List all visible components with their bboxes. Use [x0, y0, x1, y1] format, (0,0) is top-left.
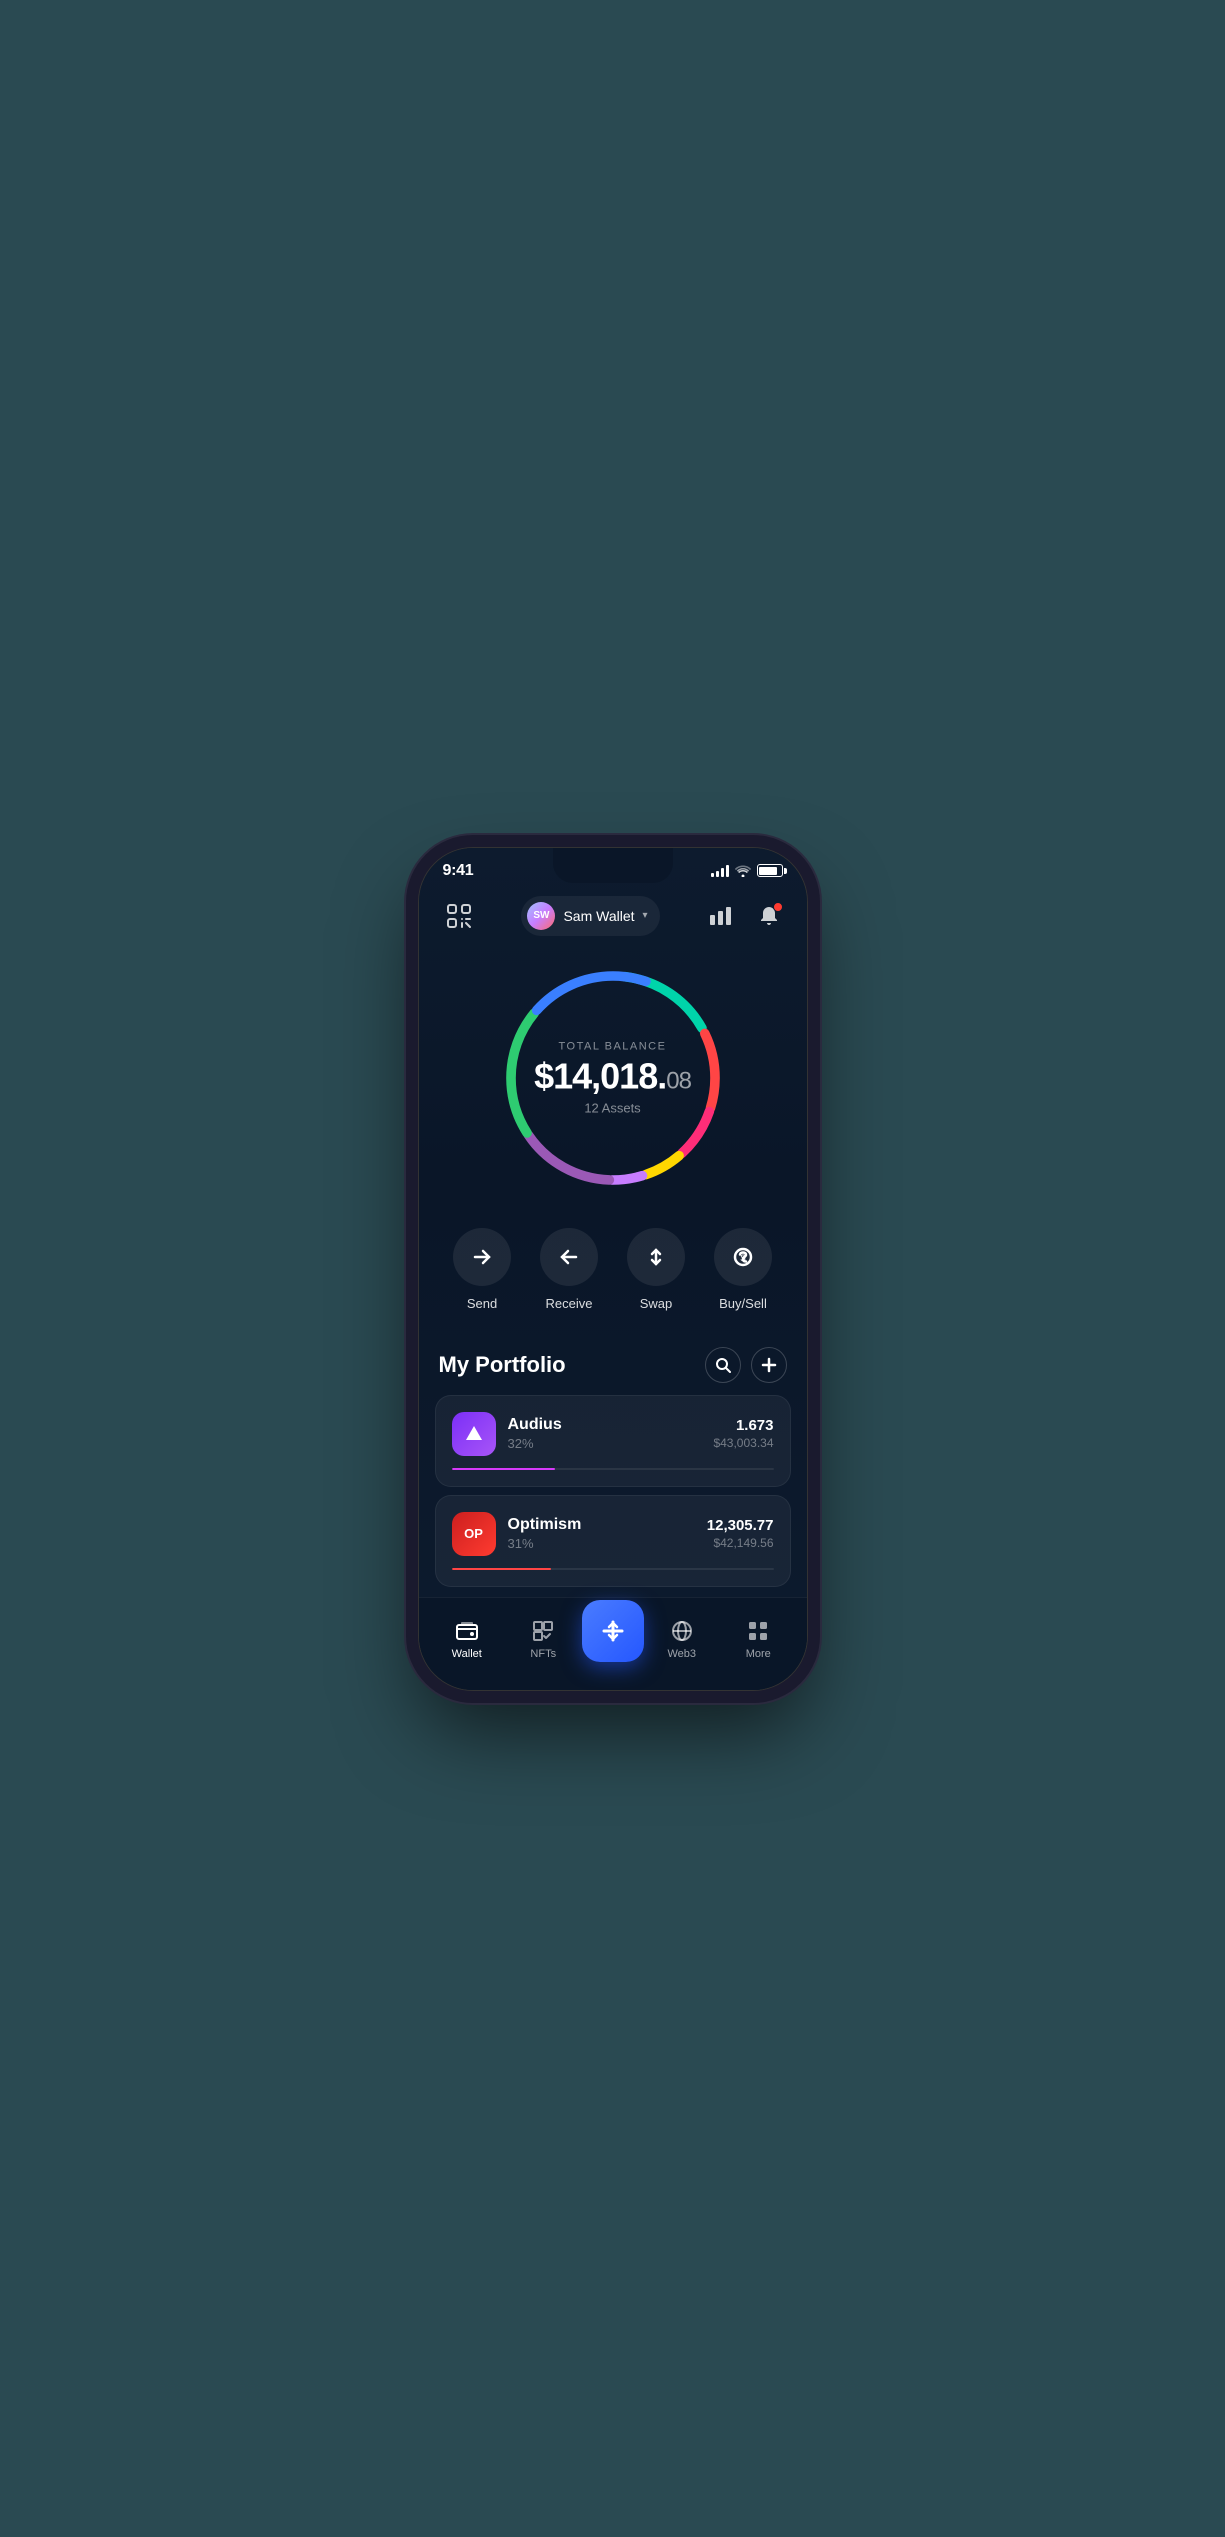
action-buttons: Send Receive — [419, 1218, 807, 1331]
nav-nfts[interactable]: NFTs — [505, 1618, 582, 1660]
receive-label: Receive — [546, 1296, 593, 1311]
chevron-down-icon: ▾ — [643, 910, 648, 921]
audius-amount: 1.673 — [713, 1417, 773, 1434]
wifi-icon — [735, 865, 751, 877]
audius-progress-fill — [452, 1468, 555, 1470]
add-asset-button[interactable] — [751, 1347, 787, 1383]
nav-web3[interactable]: Web3 — [644, 1618, 721, 1660]
balance-center: TOTAL BALANCE $14,018.08 12 Assets — [534, 1040, 691, 1115]
optimism-amount: 12,305.77 — [707, 1517, 774, 1534]
portfolio-header: My Portfolio — [419, 1331, 807, 1395]
audius-usd: $43,003.34 — [713, 1436, 773, 1450]
phone-screen: 9:41 — [419, 848, 807, 1690]
optimism-values: 12,305.77 $42,149.56 — [707, 1517, 774, 1550]
optimism-logo-text: OP — [464, 1526, 483, 1541]
portfolio-title: My Portfolio — [439, 1352, 566, 1378]
audius-values: 1.673 $43,003.34 — [713, 1417, 773, 1450]
audius-info: Audius 32% — [508, 1416, 702, 1451]
receive-icon — [540, 1228, 598, 1286]
notch — [553, 848, 673, 883]
swap-label: Swap — [640, 1296, 673, 1311]
notification-icon[interactable] — [751, 898, 787, 934]
wallet-nav-icon — [454, 1618, 480, 1644]
audius-percent: 32% — [508, 1436, 702, 1451]
center-action-button[interactable] — [582, 1600, 644, 1662]
wallet-selector[interactable]: SW Sam Wallet ▾ — [521, 896, 659, 936]
search-button[interactable] — [705, 1347, 741, 1383]
optimism-percent: 31% — [508, 1536, 695, 1551]
buysell-label: Buy/Sell — [719, 1296, 767, 1311]
nfts-nav-icon — [530, 1618, 556, 1644]
optimism-name: Optimism — [508, 1516, 695, 1534]
send-button[interactable]: Send — [439, 1228, 526, 1311]
web3-nav-icon — [669, 1618, 695, 1644]
buysell-button[interactable]: $ Buy/Sell — [700, 1228, 787, 1311]
nav-wallet[interactable]: Wallet — [429, 1618, 506, 1660]
optimism-info: Optimism 31% — [508, 1516, 695, 1551]
asset-list: Audius 32% 1.673 $43,003.34 — [419, 1395, 807, 1597]
scan-icon[interactable] — [439, 896, 479, 936]
audius-name: Audius — [508, 1416, 702, 1434]
wallet-nav-label: Wallet — [452, 1648, 482, 1660]
audius-logo — [452, 1412, 496, 1456]
signal-icon — [711, 865, 729, 877]
send-label: Send — [467, 1296, 497, 1311]
optimism-usd: $42,149.56 — [707, 1536, 774, 1550]
audius-progress — [452, 1468, 774, 1470]
balance-section: TOTAL BALANCE $14,018.08 12 Assets — [419, 948, 807, 1218]
battery-icon — [757, 864, 783, 877]
status-time: 9:41 — [443, 862, 474, 880]
balance-amount: $14,018.08 — [534, 1058, 691, 1094]
portfolio-actions — [705, 1347, 787, 1383]
portfolio-section: My Portfolio — [419, 1331, 807, 1597]
header: SW Sam Wallet ▾ — [419, 888, 807, 948]
balance-label: TOTAL BALANCE — [534, 1040, 691, 1052]
optimism-logo: OP — [452, 1512, 496, 1556]
header-right — [703, 898, 787, 934]
wallet-name: Sam Wallet — [563, 908, 634, 924]
swap-button[interactable]: Swap — [613, 1228, 700, 1311]
balance-assets: 12 Assets — [534, 1100, 691, 1115]
receive-button[interactable]: Receive — [526, 1228, 613, 1311]
asset-card-optimism[interactable]: OP Optimism 31% 12,305.77 $42,149.56 — [435, 1495, 791, 1587]
more-nav-icon — [745, 1618, 771, 1644]
notification-badge — [773, 902, 783, 912]
swap-icon — [627, 1228, 685, 1286]
avatar: SW — [527, 902, 555, 930]
donut-chart: TOTAL BALANCE $14,018.08 12 Assets — [493, 958, 733, 1198]
phone-frame: 9:41 — [418, 847, 808, 1691]
web3-nav-label: Web3 — [667, 1648, 696, 1660]
status-icons — [711, 864, 783, 877]
bottom-nav: Wallet NFTs — [419, 1597, 807, 1690]
nfts-nav-label: NFTs — [530, 1648, 556, 1660]
nav-more[interactable]: More — [720, 1618, 797, 1660]
chart-icon[interactable] — [703, 898, 739, 934]
more-nav-label: More — [746, 1648, 771, 1660]
optimism-progress — [452, 1568, 774, 1570]
asset-card-audius[interactable]: Audius 32% 1.673 $43,003.34 — [435, 1395, 791, 1487]
send-icon — [453, 1228, 511, 1286]
optimism-progress-fill — [452, 1568, 552, 1570]
buysell-icon: $ — [714, 1228, 772, 1286]
